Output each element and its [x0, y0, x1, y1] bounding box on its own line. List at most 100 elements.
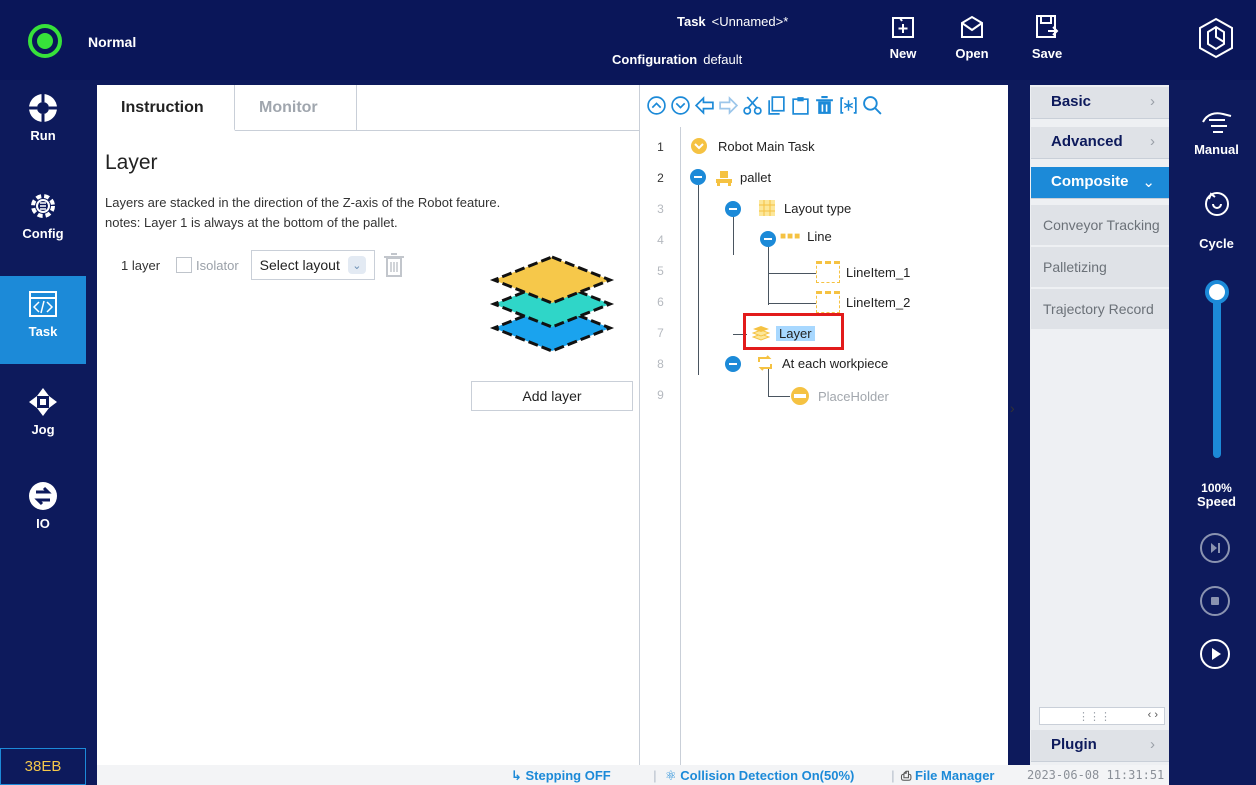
search-icon[interactable] — [862, 95, 883, 116]
palette-item-conveyor-tracking[interactable]: Conveyor Tracking — [1031, 205, 1169, 247]
description: Layers are stacked in the direction of t… — [105, 193, 500, 233]
description-line-2: notes: Layer 1 is always at the bottom o… — [105, 215, 398, 230]
placeholder-icon — [791, 387, 809, 405]
palette-plugin[interactable]: Plugin › — [1031, 730, 1169, 762]
chevron-down-icon: ⌄ — [1142, 174, 1155, 191]
isolator-label: Isolator — [196, 257, 239, 273]
palette-item-trajectory-record[interactable]: Trajectory Record — [1031, 289, 1169, 331]
tree-node-label: At each workpiece — [782, 355, 889, 371]
collapse-all-icon[interactable] — [646, 95, 667, 116]
layers-illustration-icon — [489, 255, 615, 353]
redo-icon[interactable] — [718, 95, 739, 116]
nav-task[interactable]: Task — [0, 276, 86, 364]
tree-node-label: pallet — [740, 169, 772, 185]
nav-run[interactable]: Run — [0, 80, 86, 168]
save-icon — [1036, 15, 1059, 38]
speed-slider[interactable] — [1213, 288, 1221, 458]
file-manager-label: File Manager — [915, 768, 995, 783]
collapse-palette-icon[interactable]: › — [1010, 400, 1015, 416]
stepping-label: Stepping OFF — [525, 768, 611, 783]
stop-button[interactable] — [1200, 586, 1230, 616]
status-indicator-icon — [28, 24, 62, 58]
configuration-label: Configuration — [612, 52, 698, 67]
line-icon: ■■■ — [780, 231, 802, 242]
scroll-arrows-icon[interactable]: ‹ › — [1148, 709, 1158, 721]
nav-io-label: IO — [36, 516, 50, 531]
collapse-node-icon[interactable] — [760, 231, 776, 247]
collision-label: Collision Detection On(50%) — [680, 768, 855, 783]
step-icon — [1211, 543, 1220, 553]
stepping-status[interactable]: ↳ Stepping OFF — [511, 768, 611, 784]
tree-node-line[interactable]: ■■■ Line — [780, 229, 832, 244]
palette-basic-label: Basic — [1051, 93, 1092, 110]
collapse-node-icon[interactable] — [725, 201, 741, 217]
cut-icon[interactable] — [742, 95, 763, 116]
tree-node-robot-main-task[interactable]: Robot Main Task — [690, 137, 815, 155]
collision-status[interactable]: ⚛ Collision Detection On(50%) — [665, 768, 854, 784]
tree-node-lineitem-1[interactable]: LineItem_1 — [816, 261, 910, 283]
left-nav: Run Config Task Jog IO — [0, 80, 86, 785]
delete-icon[interactable] — [814, 95, 835, 116]
file-manager-link[interactable]: ⎙ File Manager — [901, 768, 994, 784]
layout-select-value: Select layout — [259, 257, 340, 273]
mode-cycle[interactable]: Cycle — [1177, 236, 1256, 251]
task-tree-panel: 1 2 3 4 5 6 7 8 9 Robot Main Task pallet — [639, 85, 1008, 765]
instruction-tabs: Instruction Monitor — [97, 85, 639, 131]
tab-monitor[interactable]: Monitor — [235, 85, 357, 131]
chevron-right-icon: › — [1150, 93, 1155, 110]
add-layer-button[interactable]: Add layer — [471, 381, 633, 411]
expand-all-icon[interactable] — [670, 95, 691, 116]
mode-manual[interactable]: Manual — [1177, 142, 1256, 157]
tree-node-layout-type[interactable]: Layout type — [758, 199, 851, 217]
collapse-node-icon[interactable] — [690, 169, 706, 185]
tree-node-label: LineItem_2 — [846, 294, 911, 310]
chevron-right-icon: › — [1150, 736, 1155, 753]
palette-composite[interactable]: Composite ⌄ — [1031, 167, 1169, 199]
open-label: Open — [955, 46, 989, 61]
layout-select[interactable]: Select layout ⌄ — [250, 250, 375, 280]
collapse-node-icon[interactable] — [725, 356, 741, 372]
toggle-comment-icon[interactable] — [838, 95, 859, 116]
nav-run-label: Run — [30, 128, 56, 143]
line-number-gutter: 1 2 3 4 5 6 7 8 9 — [640, 127, 681, 765]
trash-icon[interactable] — [381, 251, 407, 279]
save-button[interactable]: Save — [1022, 14, 1072, 61]
selection-highlight — [743, 313, 844, 350]
save-label: Save — [1031, 46, 1063, 61]
open-button[interactable]: Open — [947, 14, 997, 61]
task-info: Task <Unnamed>* — [677, 14, 788, 29]
line-number: 1 — [657, 140, 664, 154]
file-manager-icon: ⎙ — [901, 768, 916, 783]
command-palette: Basic › Advanced › Composite ⌄ Conveyor Tra… — [1030, 85, 1169, 765]
nav-io[interactable]: IO — [0, 468, 86, 556]
step-button[interactable] — [1200, 533, 1230, 563]
line-number: 5 — [657, 264, 664, 278]
tree-node-lineitem-2[interactable]: LineItem_2 — [816, 291, 910, 313]
description-line-1: Layers are stacked in the direction of t… — [105, 195, 501, 210]
new-button[interactable]: New — [878, 14, 928, 61]
play-button[interactable] — [1200, 639, 1230, 669]
tree-node-pallet[interactable]: pallet — [714, 167, 771, 187]
speed-value: 100% — [1201, 481, 1232, 495]
undo-icon[interactable] — [694, 95, 715, 116]
speed-slider-handle[interactable] — [1205, 280, 1229, 304]
palette-basic[interactable]: Basic › — [1031, 87, 1169, 119]
app-root: Normal Task <Unnamed>* Configuration defau… — [0, 0, 1256, 785]
tree-node-label: Robot Main Task — [718, 138, 815, 154]
tree-node-placeholder[interactable]: PlaceHolder — [790, 386, 889, 406]
nav-jog[interactable]: Jog — [0, 374, 86, 462]
palette-item-palletizing[interactable]: Palletizing — [1031, 247, 1169, 289]
tab-instruction[interactable]: Instruction — [97, 85, 235, 131]
isolator-checkbox[interactable] — [176, 257, 193, 273]
nav-config[interactable]: Config — [0, 178, 86, 266]
palette-horizontal-scrollbar[interactable]: ⋮⋮⋮ ‹ › — [1039, 707, 1165, 725]
status-bar: ↳ Stepping OFF | ⚛ Collision Detection O… — [97, 765, 1169, 785]
palette-advanced[interactable]: Advanced › — [1031, 127, 1169, 159]
page-title: Layer — [105, 151, 158, 174]
tree-node-at-each-workpiece[interactable]: At each workpiece — [756, 354, 888, 372]
tree-node-label: Layout type — [784, 200, 852, 216]
paste-icon[interactable] — [790, 95, 811, 116]
stop-icon — [1211, 597, 1219, 605]
code-icon — [29, 291, 57, 317]
copy-icon[interactable] — [766, 95, 787, 116]
